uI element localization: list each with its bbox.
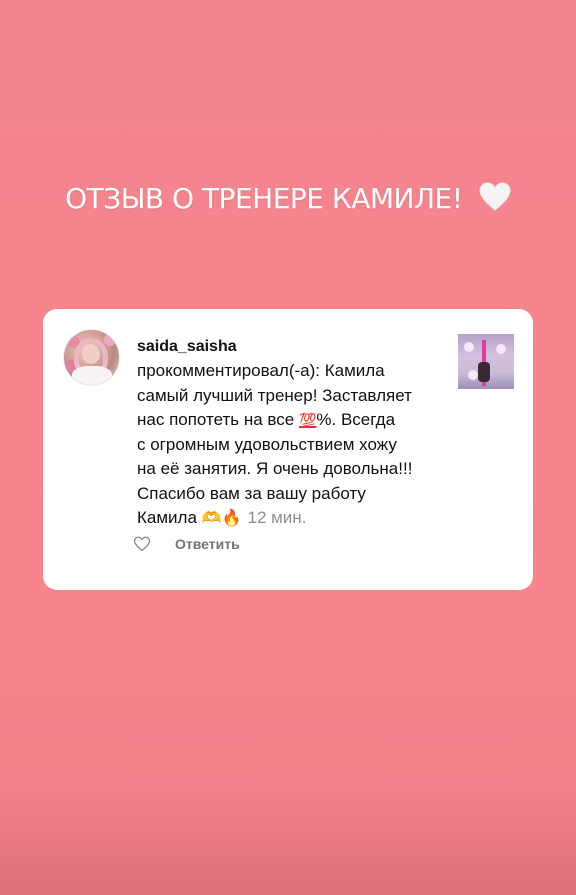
post-thumbnail[interactable] <box>458 334 514 389</box>
fire-emoji: 🔥 <box>221 508 242 527</box>
reply-button[interactable]: Ответить <box>175 536 240 552</box>
heart-hands-emoji: 🫶 <box>201 508 222 527</box>
comment-text: прокомментировал(-а): Камила самый лучши… <box>137 361 413 527</box>
heart-outline-icon[interactable] <box>133 535 151 553</box>
white-heart-icon <box>479 182 511 211</box>
story-title-text: ОТЗЫВ О ТРЕНЕРЕ КАМИЛЕ! <box>65 182 463 215</box>
comment-username[interactable]: saida_saisha <box>137 338 237 356</box>
story-title: ОТЗЫВ О ТРЕНЕРЕ КАМИЛЕ! <box>0 182 576 215</box>
comment-time: 12 мин. <box>247 508 307 527</box>
hundred-points-emoji: 💯 <box>298 412 317 428</box>
comment-card: saida_saisha прокомментировал(-а): Камил… <box>43 309 533 590</box>
comment-actions: Ответить <box>133 535 240 553</box>
avatar[interactable] <box>63 329 120 386</box>
